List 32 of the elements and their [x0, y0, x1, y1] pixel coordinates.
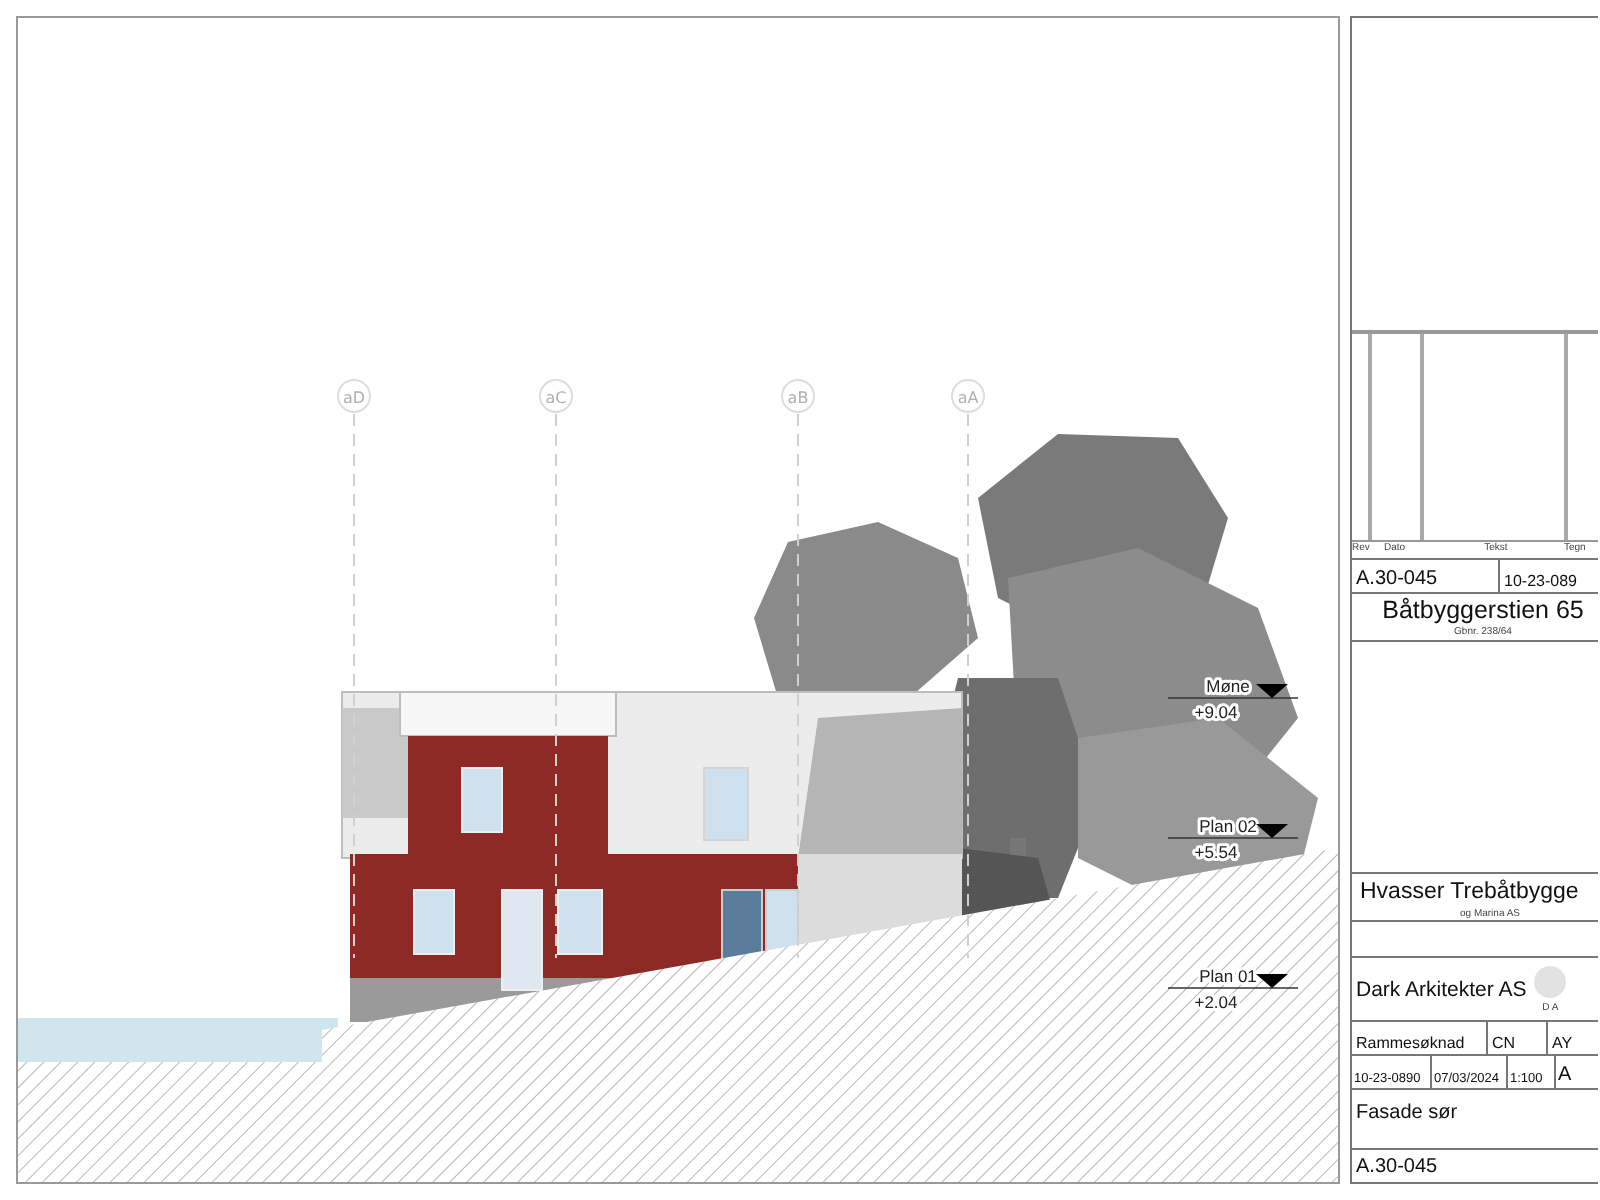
project-number: 10-23-089 [1504, 572, 1577, 590]
architect-name: Dark Arkitekter AS [1356, 977, 1527, 1001]
level-elevation: +9.04 [1194, 702, 1238, 722]
level-elevation: +5.54 [1194, 842, 1238, 862]
level-marker-icon [1256, 824, 1288, 838]
grid-label: aB [787, 389, 809, 407]
level-name: Plan 02 [1199, 816, 1257, 836]
drawing-number: A.30-045 [1356, 1156, 1438, 1178]
level-marker-icon [1256, 684, 1288, 698]
grid-bubble [951, 379, 985, 413]
sheet-format: A [1558, 1064, 1572, 1086]
grid-label: aA [957, 389, 979, 407]
grid-label: aC [545, 389, 567, 407]
client-name: Hvasser Trebåtbygge [1360, 877, 1581, 908]
drawing-number: A.30-045 [1356, 568, 1438, 590]
checked-by: AY [1552, 1034, 1573, 1052]
drawn-by: CN [1492, 1034, 1516, 1052]
grid-bubble [337, 379, 371, 413]
level-marker-icon [1256, 974, 1288, 988]
logo-circle-icon [1534, 965, 1567, 997]
sheet-title: Fasade sør [1356, 1102, 1458, 1128]
level-line [1167, 987, 1299, 989]
level-name: Plan 01 [1199, 966, 1257, 986]
phase: Rammesøknad [1356, 1034, 1465, 1052]
project-name: Båtbyggerstien 65 [1382, 596, 1584, 626]
grid-label: aD [342, 389, 366, 407]
grid-bubble [539, 379, 573, 413]
level-line [1167, 837, 1299, 839]
grid-bubble [781, 379, 815, 413]
level-elevation: +2.04 [1194, 992, 1238, 1012]
level-line [1167, 697, 1299, 699]
level-name: Møne [1206, 676, 1250, 696]
